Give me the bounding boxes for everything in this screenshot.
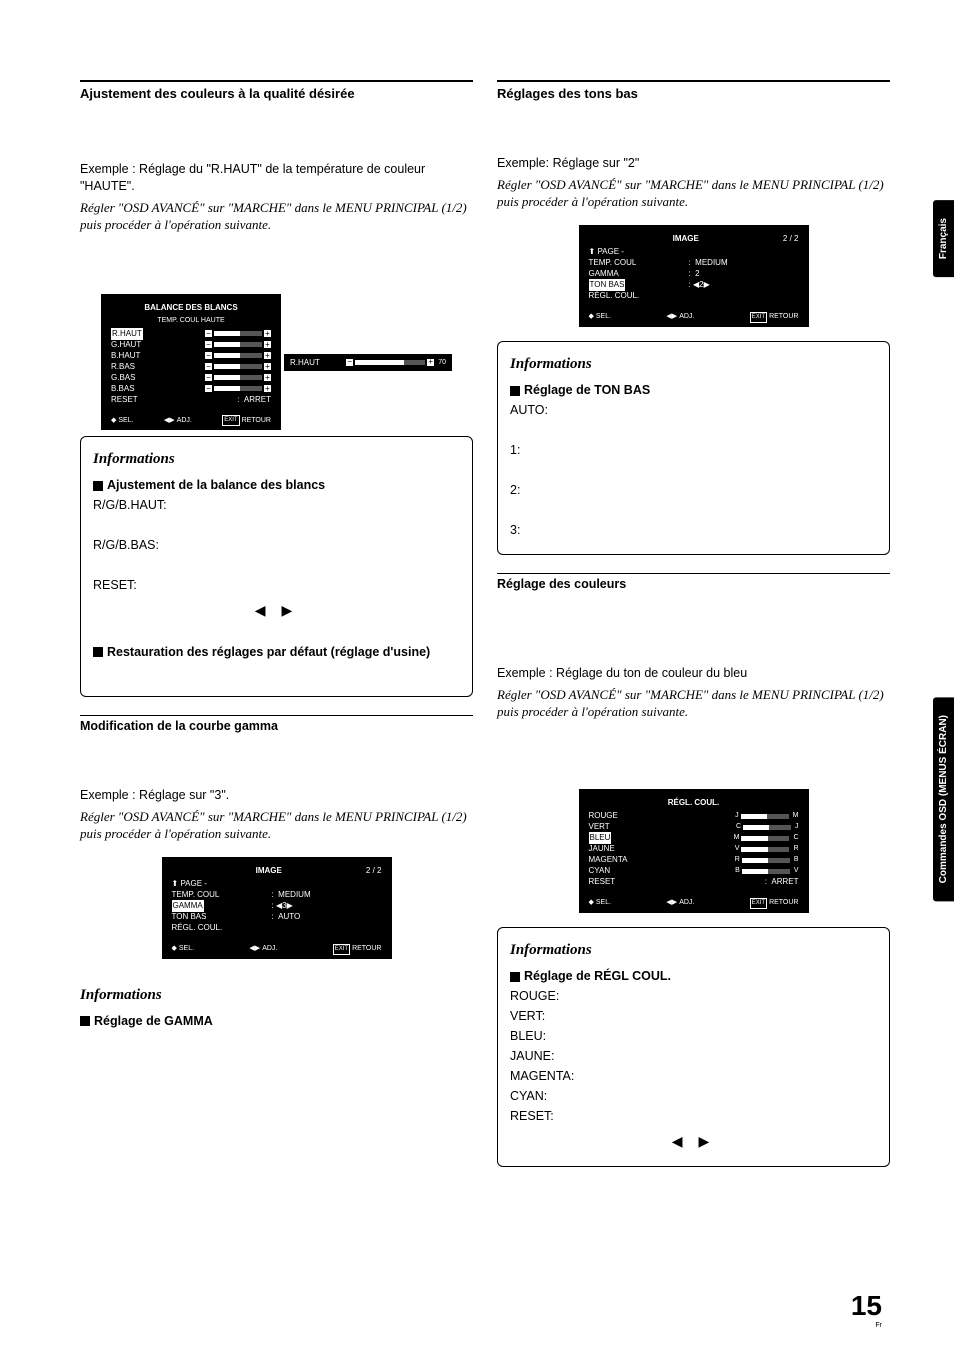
square-bullet-icon: [510, 972, 520, 982]
footer-exit: EXITRETOUR: [222, 415, 271, 426]
info-line: 3:: [510, 520, 877, 540]
footer-adj: ◀▶ADJ.: [666, 898, 694, 909]
example-text: Exemple : Réglage sur "3".: [80, 787, 473, 804]
info-title: Informations: [80, 983, 461, 1007]
section-heading: Modification de la courbe gamma: [80, 715, 473, 733]
row-value: 3: [282, 901, 286, 910]
footer-sel: ◆SEL.: [589, 312, 612, 323]
left-column: Ajustement des couleurs à la qualité dés…: [80, 80, 473, 1167]
instruction-text: Régler "OSD AVANCÉ" sur "MARCHE" dans le…: [80, 199, 473, 234]
info-line: JAUNE:: [510, 1046, 877, 1066]
info-line: R/G/B.HAUT:: [93, 495, 460, 515]
osd-title: BALANCE DES BLANCS: [111, 302, 271, 314]
detail-label: R.HAUT: [290, 358, 320, 367]
left-right-arrows-icon: ◀ ▶: [93, 599, 460, 621]
footer-exit: EXITRETOUR: [750, 898, 799, 909]
row-label: RÉGL. COUL.: [589, 290, 651, 302]
reset-value: ARRET: [244, 395, 271, 404]
side-tabs: Français Commandes OSD (MENUS ÉCRAN): [933, 200, 954, 902]
osd-title: IMAGE: [589, 233, 783, 245]
section-heading: Réglage des couleurs: [497, 573, 890, 591]
info-line: MAGENTA:: [510, 1066, 877, 1086]
footer-adj: ◀▶ADJ.: [249, 944, 277, 955]
page-up: PAGE -: [180, 879, 207, 888]
section-heading: Ajustement des couleurs à la qualité dés…: [80, 80, 473, 101]
example-text: Exemple : Réglage du "R.HAUT" de la temp…: [80, 161, 473, 195]
osd-title: RÉGL. COUL.: [589, 797, 799, 809]
osd-subtitle: TEMP. COUL HAUTE: [111, 316, 271, 327]
footer-sel: ◆SEL.: [172, 944, 195, 955]
info-line: RESET:: [93, 575, 460, 595]
up-arrow-icon: ⬆: [589, 247, 596, 256]
info-line: CYAN:: [510, 1086, 877, 1106]
instruction-text: Régler "OSD AVANCÉ" sur "MARCHE" dans le…: [497, 176, 890, 211]
square-bullet-icon: [93, 481, 103, 491]
osd-image-gamma: IMAGE2 / 2 ⬆ PAGE - TEMP. COUL: MEDIUM G…: [162, 857, 392, 959]
page-up: PAGE -: [597, 247, 624, 256]
osd-title: IMAGE: [172, 865, 366, 877]
info-line: RESET:: [510, 1106, 877, 1126]
info-title: Informations: [510, 352, 877, 376]
info-title: Informations: [93, 447, 460, 471]
info-line: VERT:: [510, 1006, 877, 1026]
row-value: 2: [699, 280, 703, 289]
osd-white-balance: BALANCE DES BLANCS TEMP. COUL HAUTE R.HA…: [101, 294, 281, 431]
instruction-text: Régler "OSD AVANCÉ" sur "MARCHE" dans le…: [80, 808, 473, 843]
row-label: RÉGL. COUL.: [172, 922, 234, 934]
right-column: Réglages des tons bas Exemple: Réglage s…: [497, 80, 890, 1167]
row-value: MEDIUM: [695, 258, 727, 267]
info-box-gamma: Informations Réglage de GAMMA: [80, 973, 473, 1045]
info-line: BLEU:: [510, 1026, 877, 1046]
info-line: 1:: [510, 440, 877, 460]
page-number: 15 Fr: [851, 1290, 882, 1329]
tab-language: Français: [933, 200, 954, 277]
info-heading: Restauration des réglages par défaut (ré…: [107, 645, 430, 659]
row-value: 2: [695, 269, 699, 278]
row-reset: RESET: [589, 876, 651, 888]
info-heading: Réglage de GAMMA: [94, 1014, 213, 1028]
info-title: Informations: [510, 938, 877, 962]
row-reset: RESET: [111, 394, 173, 406]
info-line: R/G/B.BAS:: [93, 535, 460, 555]
page-lang: Fr: [851, 1322, 882, 1329]
square-bullet-icon: [80, 1016, 90, 1026]
tab-section: Commandes OSD (MENUS ÉCRAN): [933, 697, 954, 901]
row-value: ARRET: [771, 877, 798, 886]
left-right-arrows-icon: ◀ ▶: [510, 1130, 877, 1152]
info-heading: Ajustement de la balance des blancs: [107, 478, 325, 492]
square-bullet-icon: [93, 647, 103, 657]
footer-adj: ◀▶ADJ.: [666, 312, 694, 323]
square-bullet-icon: [510, 386, 520, 396]
footer-sel: ◆SEL.: [589, 898, 612, 909]
osd-page: 2 / 2: [366, 865, 382, 879]
osd-detail-bar: R.HAUT −+70: [284, 354, 452, 371]
detail-value: 70: [438, 359, 446, 366]
instruction-text: Régler "OSD AVANCÉ" sur "MARCHE" dans le…: [497, 686, 890, 721]
osd-page: 2 / 2: [783, 233, 799, 247]
page-number-value: 15: [851, 1290, 882, 1321]
info-box-wb: Informations Ajustement de la balance de…: [80, 436, 473, 696]
row-value: MEDIUM: [278, 890, 310, 899]
osd-regl-coul: RÉGL. COUL. ROUGEJM VERTCJ BLEUMC JAUNEV…: [579, 789, 809, 913]
up-arrow-icon: ⬆: [172, 879, 179, 888]
section-heading: Réglages des tons bas: [497, 80, 890, 101]
row-value: AUTO: [278, 912, 300, 921]
footer-sel: ◆SEL.: [111, 415, 134, 426]
example-text: Exemple: Réglage sur "2": [497, 155, 890, 172]
footer-exit: EXITRETOUR: [750, 312, 799, 323]
info-box-reglcoul: Informations Réglage de RÉGL COUL. ROUGE…: [497, 927, 890, 1167]
footer-exit: EXITRETOUR: [333, 944, 382, 955]
footer-adj: ◀▶ADJ.: [164, 415, 192, 426]
info-line: AUTO:: [510, 400, 877, 420]
info-heading: Réglage de RÉGL COUL.: [524, 969, 671, 983]
info-line: 2:: [510, 480, 877, 500]
info-box-tonbas: Informations Réglage de TON BAS AUTO: 1:…: [497, 341, 890, 555]
info-line: ROUGE:: [510, 986, 877, 1006]
info-heading: Réglage de TON BAS: [524, 383, 650, 397]
osd-image-tonbas: IMAGE2 / 2 ⬆ PAGE - TEMP. COUL: MEDIUM G…: [579, 225, 809, 327]
example-text: Exemple : Réglage du ton de couleur du b…: [497, 665, 890, 682]
